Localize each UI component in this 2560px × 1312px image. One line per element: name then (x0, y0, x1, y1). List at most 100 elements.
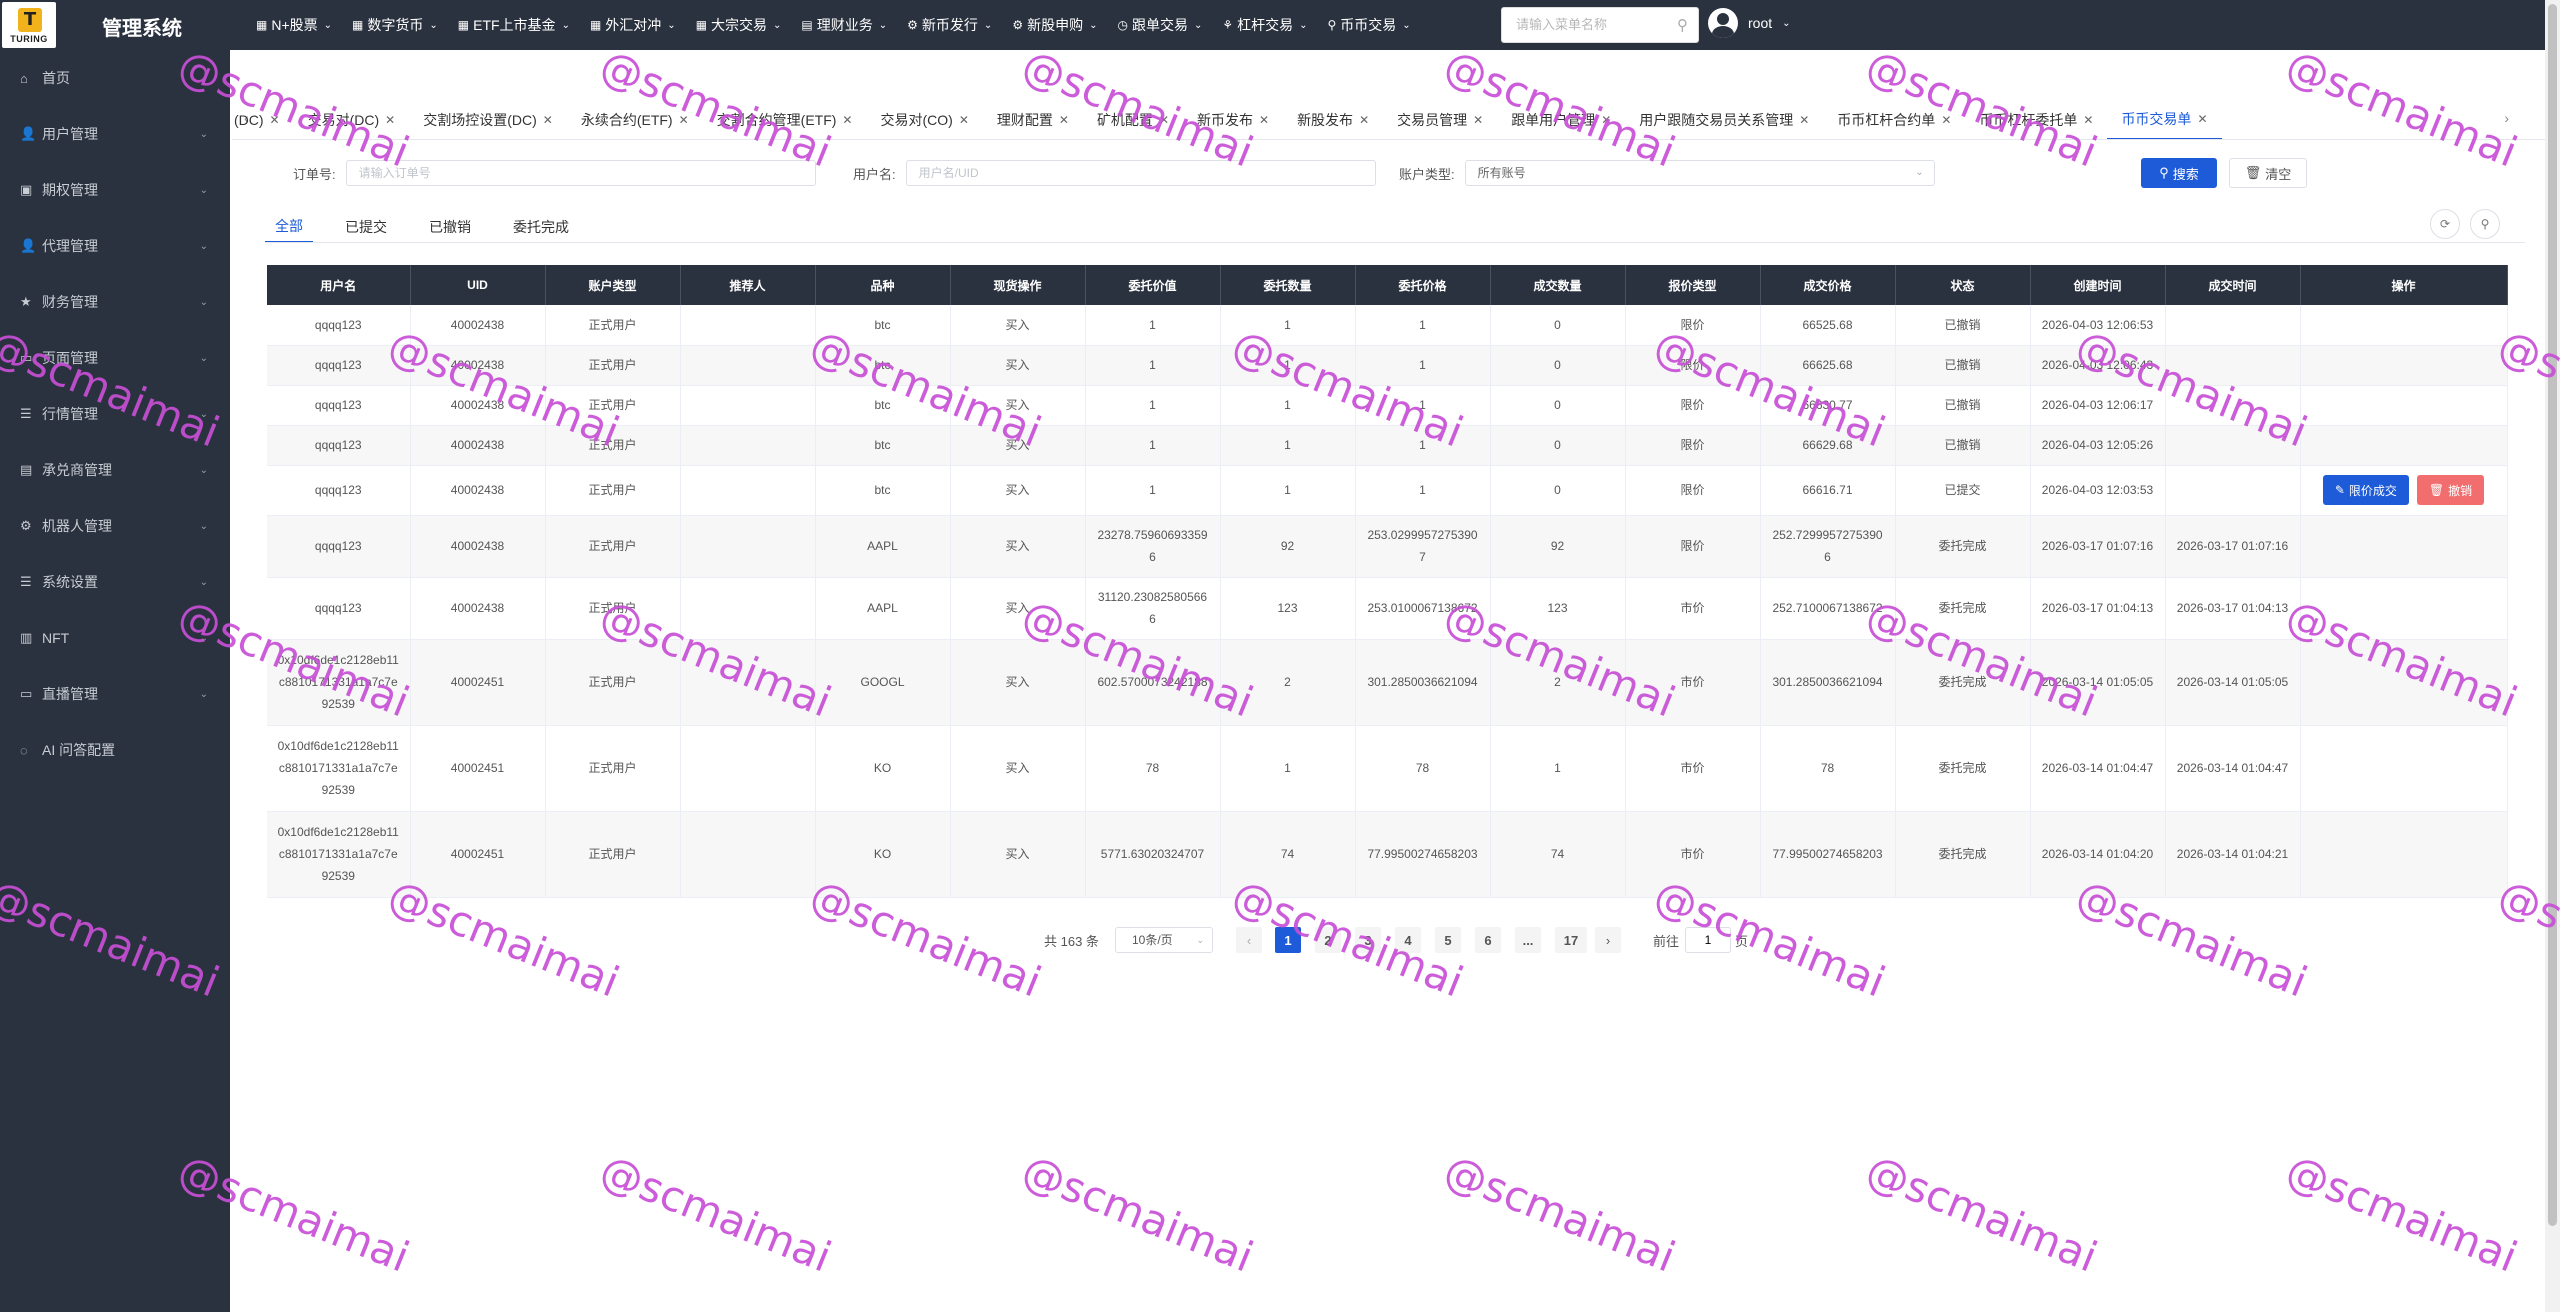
status-tab[interactable]: 已撤销 (419, 211, 481, 243)
page-scrollbar[interactable] (2545, 0, 2560, 1312)
sidebar-item[interactable]: ▭ 页面管理 ⌄ (0, 330, 230, 386)
close-icon[interactable]: ✕ (1259, 113, 1269, 127)
tab-item[interactable]: 交易对(DC) ✕ (294, 100, 410, 139)
tab-item[interactable]: (DC) ✕ (232, 100, 294, 139)
sidebar-item[interactable]: 👤 用户管理 ⌄ (0, 106, 230, 162)
menu-search[interactable]: ⚲ (1501, 7, 1699, 43)
top-menu-item[interactable]: ▦ 数字货币 ⌄ (342, 0, 448, 50)
page-number-5[interactable]: 5 (1435, 927, 1461, 953)
top-menu-item[interactable]: ⚙ 新币发行 ⌄ (897, 0, 1002, 50)
status-tab[interactable]: 已提交 (335, 211, 397, 243)
avatar[interactable] (1708, 8, 1738, 38)
close-icon[interactable]: ✕ (842, 113, 852, 127)
order-input[interactable] (346, 161, 815, 185)
user-field-wrap[interactable] (905, 160, 1376, 186)
close-icon[interactable]: ✕ (1473, 113, 1483, 127)
close-icon[interactable]: ✕ (1941, 113, 1951, 127)
tab-item[interactable]: 币币交易单 ✕ (2107, 100, 2222, 139)
next-page-icon[interactable]: › (1595, 927, 1621, 953)
account-label: 账户类型: (1399, 166, 1455, 182)
page-number-3[interactable]: 3 (1355, 927, 1381, 953)
tab-item[interactable]: 交易对(CO) ✕ (866, 100, 982, 139)
close-icon[interactable]: ✕ (1601, 113, 1611, 127)
close-icon[interactable]: ✕ (1159, 113, 1169, 127)
close-icon[interactable]: ✕ (543, 113, 553, 127)
tabs-scroll-right-icon[interactable]: › (2504, 110, 2509, 126)
page-number-17[interactable]: 17 (1555, 927, 1587, 953)
tab-item[interactable]: 币币杠杆委托单 ✕ (1965, 100, 2107, 139)
limit-fill-button[interactable]: ✎ 限价成交 (2322, 475, 2409, 505)
sidebar-item[interactable]: ▭ 直播管理 ⌄ (0, 666, 230, 722)
tab-item[interactable]: 用户跟随交易员关系管理 ✕ (1625, 100, 1823, 139)
username[interactable]: root (1748, 15, 1772, 31)
tab-item[interactable]: 币币杠杆合约单 ✕ (1823, 100, 1965, 139)
sidebar-item[interactable]: ▤ 承兑商管理 ⌄ (0, 442, 230, 498)
cancel-order-button[interactable]: 🗑 撤销 (2416, 475, 2485, 505)
sidebar-item[interactable]: ☰ 行情管理 ⌄ (0, 386, 230, 442)
order-field-wrap[interactable] (345, 160, 816, 186)
user-input[interactable] (906, 161, 1375, 185)
sidebar-item[interactable]: 👤 代理管理 ⌄ (0, 218, 230, 274)
clear-button[interactable]: 🗑 清空 (2229, 158, 2307, 188)
tab-item[interactable]: 交割场控设置(DC) ✕ (409, 100, 567, 139)
close-icon[interactable]: ✕ (2083, 113, 2093, 127)
page-number-4[interactable]: 4 (1395, 927, 1421, 953)
prev-page-icon[interactable]: ‹ (1236, 927, 1262, 953)
tab-item[interactable]: 交割合约管理(ETF) ✕ (703, 100, 867, 139)
page-number-1[interactable]: 1 (1275, 927, 1301, 953)
close-icon[interactable]: ✕ (1799, 113, 1809, 127)
page-number-2[interactable]: 2 (1315, 927, 1341, 953)
sidebar-item-label: 系统设置 (42, 574, 98, 590)
top-menu-item[interactable]: ▦ 外汇对冲 ⌄ (580, 0, 686, 50)
goto-field[interactable] (1685, 927, 1731, 953)
pagination-ellipsis[interactable]: ... (1515, 927, 1541, 953)
sidebar-item[interactable]: ☰ 系统设置 ⌄ (0, 554, 230, 610)
close-icon[interactable]: ✕ (1059, 113, 1069, 127)
close-icon[interactable]: ✕ (385, 113, 395, 127)
cell-symbol: btc (815, 465, 951, 516)
cell-deal-price: 252.7299957275390 6 (1760, 515, 1896, 578)
sidebar-item-label: AI 问答配置 (42, 742, 116, 758)
sidebar-item[interactable]: ★ 财务管理 ⌄ (0, 274, 230, 330)
status-tab[interactable]: 委托完成 (503, 211, 579, 243)
user-menu[interactable]: root ⌄ (1708, 8, 1791, 38)
tab-item[interactable]: 新币发布 ✕ (1183, 100, 1283, 139)
tab-item[interactable]: 永续合约(ETF) ✕ (567, 100, 703, 139)
tab-item[interactable]: 跟单用户管理 ✕ (1497, 100, 1625, 139)
top-menu-item[interactable]: ⚘ 杠杆交易 ⌄ (1212, 0, 1317, 50)
account-select[interactable]: 所有账号 ⌄ (1464, 160, 1935, 186)
top-menu-item[interactable]: ▦ 大宗交易 ⌄ (686, 0, 792, 50)
page-number-6[interactable]: 6 (1475, 927, 1501, 953)
status-tab[interactable]: 全部 (265, 211, 313, 243)
top-menu-item[interactable]: ◷ 跟单交易 ⌄ (1107, 0, 1212, 50)
close-icon[interactable]: ✕ (959, 113, 969, 127)
top-menu-item[interactable]: ▤ 理财业务 ⌄ (791, 0, 897, 50)
refresh-icon[interactable]: ⟳ (2430, 209, 2460, 239)
sidebar-item[interactable]: ⚙ 机器人管理 ⌄ (0, 498, 230, 554)
top-menu-item[interactable]: ▦ N+股票 ⌄ (246, 0, 342, 50)
close-icon[interactable]: ✕ (2197, 112, 2207, 126)
sidebar-item[interactable]: ◌ AI 问答配置 (0, 722, 230, 778)
tab-item[interactable]: 理财配置 ✕ (983, 100, 1083, 139)
sidebar-item[interactable]: ▣ 期权管理 ⌄ (0, 162, 230, 218)
cell-referrer (680, 577, 816, 640)
tab-item[interactable]: 新股发布 ✕ (1283, 100, 1383, 139)
menu-search-input[interactable] (1516, 17, 1666, 32)
close-icon[interactable]: ✕ (270, 113, 280, 127)
close-icon[interactable]: ✕ (1359, 113, 1369, 127)
scrollbar-thumb[interactable] (2548, 4, 2557, 1226)
top-menu-item[interactable]: ▦ ETF上市基金 ⌄ (448, 0, 580, 50)
goto-input[interactable] (1686, 928, 1730, 952)
chevron-down-icon[interactable]: ⌄ (1782, 18, 1790, 29)
sidebar-item[interactable]: ▥ NFT ⌄ (0, 610, 230, 666)
close-icon[interactable]: ✕ (679, 113, 689, 127)
tab-item[interactable]: 矿机配置 ✕ (1083, 100, 1183, 139)
tab-item[interactable]: 交易员管理 ✕ (1383, 100, 1497, 139)
sidebar-item[interactable]: ⌂ 首页 (0, 50, 230, 106)
search-button[interactable]: ⚲ 搜索 (2141, 158, 2217, 188)
search-toggle-icon[interactable]: ⚲ (2470, 209, 2500, 239)
search-icon[interactable]: ⚲ (1677, 16, 1688, 34)
top-menu-item[interactable]: ⚙ 新股申购 ⌄ (1002, 0, 1107, 50)
page-size-select[interactable]: 10条/页 ⌄ (1115, 927, 1213, 953)
top-menu-item[interactable]: ⚲ 币币交易 ⌄ (1318, 0, 1421, 50)
